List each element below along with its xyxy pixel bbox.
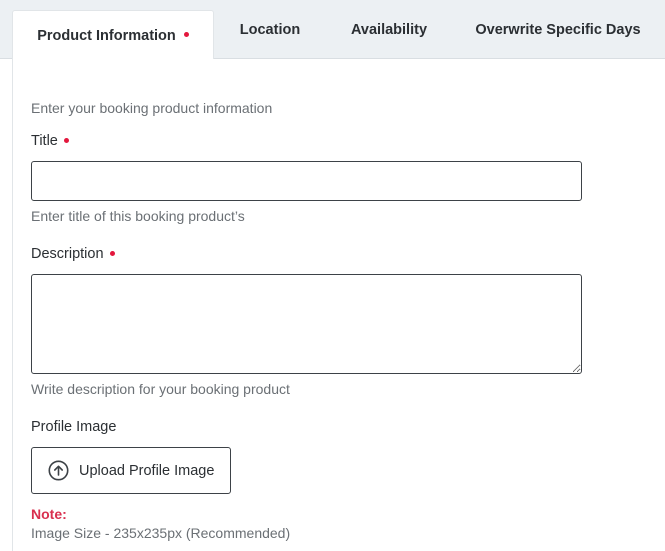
tab-location[interactable]: Location [214, 0, 326, 59]
form-intro-text: Enter your booking product information [31, 100, 273, 116]
tab-label: Location [239, 21, 301, 38]
required-indicator [109, 250, 115, 256]
note-label: Note: [31, 506, 67, 522]
title-label: Title [31, 133, 58, 149]
tab-product-information[interactable]: Product Information [12, 10, 214, 60]
tab-label: Overwrite Specific Days [475, 21, 641, 38]
tab-bar: Product Information Location Availabilit… [0, 0, 665, 60]
title-help-text: Enter title of this booking product’s [31, 208, 245, 224]
title-input[interactable] [31, 161, 582, 201]
title-label-row: Title [31, 133, 69, 149]
description-textarea[interactable] [31, 274, 582, 374]
description-help-text: Write description for your booking produ… [31, 381, 290, 397]
tab-label: Product Information [37, 27, 176, 44]
upload-button-label: Upload Profile Image [79, 462, 215, 479]
description-label-row: Description [31, 246, 115, 262]
profile-image-label: Profile Image [31, 419, 117, 435]
booking-product-form-page: Product Information Location Availabilit… [0, 0, 665, 551]
upload-profile-image-button[interactable]: Upload Profile Image [31, 447, 231, 494]
tab-overwrite-specific-days[interactable]: Overwrite Specific Days [452, 0, 664, 59]
description-label: Description [31, 246, 104, 262]
tab-label: Availability [350, 21, 428, 38]
required-indicator [183, 32, 189, 37]
required-indicator [63, 137, 69, 143]
tab-availability[interactable]: Availability [326, 0, 452, 59]
upload-arrow-circle-icon [48, 460, 69, 481]
note-text: Image Size - 235x235px (Recommended) [31, 525, 291, 541]
